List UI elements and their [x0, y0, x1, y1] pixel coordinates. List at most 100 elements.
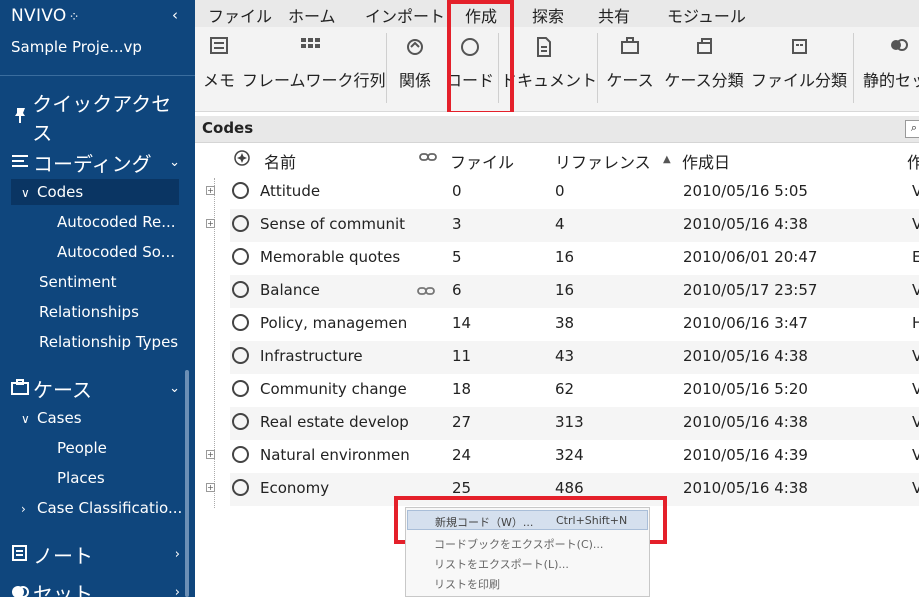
column-header-files[interactable]: ファイル	[450, 149, 514, 173]
files-cell: 24	[452, 446, 472, 464]
sidebar-item-relationships[interactable]: Relationships	[39, 303, 139, 321]
table-row[interactable]: Real estate develop 27 313 2010/05/16 4:38 V	[230, 407, 919, 440]
search-icon[interactable]: ⌕	[905, 120, 919, 138]
file-classification-label: ファイル分類	[751, 71, 848, 90]
sidebar-item-autocoded-so[interactable]: Autocoded So...	[57, 243, 175, 261]
files-cell: 3	[452, 215, 462, 233]
cases-label: ケース	[33, 378, 92, 402]
column-header-references[interactable]: リファレンス	[555, 149, 651, 173]
tab-home[interactable]: ホーム	[288, 3, 336, 27]
tab-import[interactable]: インポート	[365, 3, 445, 27]
column-header-link-icon[interactable]	[419, 149, 437, 168]
tab-explore[interactable]: 探索	[532, 3, 564, 27]
chevron-down-icon: ⌄	[169, 155, 180, 170]
codes-panel-header: Codes ⌕	[195, 116, 919, 143]
relationship-label: 関係	[398, 71, 431, 90]
expand-plus-icon[interactable]: +	[206, 483, 215, 492]
expand-plus-icon[interactable]: +	[206, 450, 215, 459]
table-row[interactable]: + Natural environmen 24 324 2010/05/16 4:39 V	[206, 440, 919, 473]
ribbon-separator	[386, 33, 387, 103]
case-classification-icon	[661, 37, 747, 59]
chevron-down-icon: ∨	[21, 186, 30, 200]
chevron-right-icon: ›	[174, 585, 180, 597]
expand-plus-icon[interactable]: +	[206, 186, 215, 195]
cases-section[interactable]: ケース ⌄	[11, 374, 186, 403]
table-row[interactable]: + Sense of communit 3 4 2010/05/16 4:38 V	[206, 209, 919, 242]
ribbon-separator	[853, 33, 854, 103]
created-date-cell: 2010/05/16 5:05	[683, 182, 808, 200]
sets-section[interactable]: セット ›	[11, 578, 186, 597]
memo-button[interactable]: メモ	[199, 27, 239, 107]
created-by-cell: E	[912, 248, 919, 266]
sidebar-item-autocoded-re[interactable]: Autocoded Re...	[57, 213, 176, 231]
column-header-name[interactable]: 名前	[264, 149, 296, 173]
grid-icon	[242, 37, 377, 57]
sidebar-item-sentiment[interactable]: Sentiment	[39, 273, 117, 291]
project-name[interactable]: Sample Proje...vp	[11, 38, 142, 56]
references-cell: 62	[555, 380, 575, 398]
menu-item-shortcut: Ctrl+Shift+N	[556, 514, 628, 527]
sidebar-scrollbar[interactable]	[185, 370, 189, 597]
code-node-icon	[232, 380, 249, 397]
brand-dots-icon: ⁘	[68, 10, 80, 25]
case-classification-button[interactable]: ケース分類	[661, 27, 747, 107]
sidebar-item-case-classifications[interactable]: › Case Classificatio...	[21, 499, 182, 517]
sets-icon	[11, 582, 33, 597]
menu-item-export-list[interactable]: リストをエクスポート(L)...	[407, 553, 648, 573]
code-node-icon	[232, 446, 249, 463]
collapse-sidebar-icon[interactable]: ‹	[172, 6, 178, 24]
code-node-icon	[232, 314, 249, 331]
context-menu: 新規コード（W）... Ctrl+Shift+N コードブックをエクスポート(C…	[405, 507, 650, 597]
coding-section[interactable]: コーディング ⌄	[11, 148, 186, 177]
quick-access-section[interactable]: クイックアクセス	[11, 88, 186, 146]
menu-item-export-codebook[interactable]: コードブックをエクスポート(C)...	[407, 533, 648, 553]
table-row[interactable]: Memorable quotes 5 16 2010/06/01 20:47 E	[230, 242, 919, 275]
case-button[interactable]: ケース	[603, 27, 657, 107]
sidebar-item-cases[interactable]: ∨ Cases	[21, 409, 82, 427]
ribbon-toolbar: メモ フレームワーク行列 関係 コード ドキュメント ケース ケース分類 ファイ…	[195, 27, 919, 112]
brand-text: NVIVO	[11, 6, 67, 26]
table-row[interactable]: Community change 18 62 2010/05/16 5:20 V	[230, 374, 919, 407]
tab-share[interactable]: 共有	[598, 3, 630, 27]
coding-label: コーディング	[33, 152, 152, 176]
references-cell: 486	[555, 479, 584, 497]
menu-item-new-code[interactable]: 新規コード（W）... Ctrl+Shift+N	[407, 510, 648, 530]
chevron-right-icon: ›	[174, 547, 180, 562]
files-cell: 0	[452, 182, 462, 200]
code-name-cell: Real estate develop	[260, 413, 409, 431]
created-date-cell: 2010/05/16 4:38	[683, 413, 808, 431]
tab-modules[interactable]: モジュール	[667, 3, 746, 27]
menu-item-print-list[interactable]: リストを印刷	[407, 573, 648, 593]
sidebar-item-places[interactable]: Places	[57, 469, 105, 487]
chevron-down-icon: ⌄	[169, 381, 180, 396]
sidebar-item-codes[interactable]: ∨ Codes	[11, 179, 179, 205]
code-node-icon	[232, 281, 249, 298]
table-row[interactable]: Policy, managemen 14 38 2010/06/16 3:47 H	[230, 308, 919, 341]
code-node-icon	[232, 248, 249, 265]
table-row[interactable]: Infrastructure 11 43 2010/05/16 4:38 V	[230, 341, 919, 374]
relationship-button[interactable]: 関係	[393, 27, 437, 107]
framework-matrix-button[interactable]: フレームワーク行列	[242, 27, 386, 107]
quick-access-label: クイックアクセス	[32, 92, 172, 145]
sidebar-item-people[interactable]: People	[57, 439, 107, 457]
created-date-cell: 2010/05/16 4:38	[683, 479, 808, 497]
sidebar-item-relationship-types[interactable]: Relationship Types	[39, 333, 178, 351]
column-select-all-icon[interactable]	[233, 149, 251, 171]
column-header-created-by[interactable]: 作	[907, 149, 919, 173]
code-name-cell: Balance	[260, 281, 320, 299]
file-classification-button[interactable]: ファイル分類	[751, 27, 847, 107]
expand-plus-icon[interactable]: +	[206, 219, 215, 228]
codes-table: 名前 ファイル リファレンス ▲ 作成日 作 + Attitude 0 0 2010/0…	[195, 143, 919, 508]
pin-icon	[11, 106, 32, 128]
code-name-cell: Memorable quotes	[260, 248, 401, 266]
created-by-cell: V	[912, 380, 919, 398]
table-row[interactable]: Balance 6 16 2010/05/17 23:57 V	[230, 275, 919, 308]
code-node-icon	[232, 215, 249, 232]
sort-ascending-icon: ▲	[663, 154, 671, 165]
sets-label: セット	[33, 582, 93, 597]
tab-file[interactable]: ファイル	[208, 3, 272, 27]
static-set-button[interactable]: 静的セッ	[861, 27, 919, 107]
table-row[interactable]: + Attitude 0 0 2010/05/16 5:05 V	[206, 176, 919, 209]
notes-section[interactable]: ノート ›	[11, 540, 186, 569]
column-header-created[interactable]: 作成日	[682, 149, 730, 173]
